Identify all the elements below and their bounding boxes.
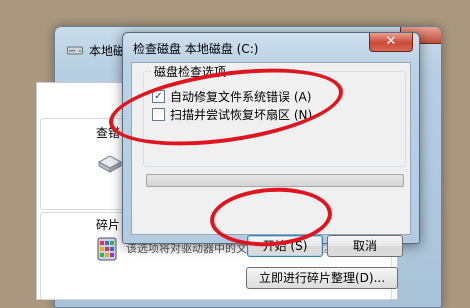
defrag-label: 碎片 (96, 218, 121, 232)
hard-disk-icon (97, 155, 123, 173)
option-scan-bad-sectors-label: 扫描并尝试恢复坏扇区 (N) (170, 108, 313, 122)
defragment-now-button[interactable]: 立即进行碎片整理(D)... (246, 267, 398, 289)
option-scan-bad-sectors[interactable]: 扫描并尝试恢复坏扇区 (N) (152, 106, 312, 123)
dialog-title: 检查磁盘 本地磁盘 (C:) (133, 42, 259, 56)
check-options-title: 磁盘检查选项 (151, 63, 230, 80)
checkbox-scan-bad-sectors[interactable] (152, 108, 165, 121)
check-progress-bar (146, 174, 404, 187)
check-options-group: 磁盘检查选项 ✓ 自动修复文件系统错误 (A) 扫描并尝试恢复坏扇区 (N) (143, 63, 406, 167)
check-disk-dialog: 检查磁盘 本地磁盘 (C:) ✕ 磁盘检查选项 ✓ 自动修复文件系统错误 (A)… (122, 32, 420, 257)
error-checking-label: 查错 (96, 126, 121, 140)
option-auto-fix[interactable]: ✓ 自动修复文件系统错误 (A) (152, 88, 311, 105)
checkbox-auto-fix[interactable]: ✓ (152, 90, 165, 103)
dialog-body: 磁盘检查选项 ✓ 自动修复文件系统错误 (A) 扫描并尝试恢复坏扇区 (N) 开… (131, 62, 411, 257)
drive-icon (67, 46, 83, 55)
cancel-button[interactable]: 取消 (327, 235, 403, 257)
close-icon[interactable]: ✕ (369, 33, 413, 52)
start-button[interactable]: 开始 (S) (247, 235, 323, 257)
option-auto-fix-label: 自动修复文件系统错误 (A) (170, 90, 312, 104)
defrag-icon (97, 237, 117, 261)
